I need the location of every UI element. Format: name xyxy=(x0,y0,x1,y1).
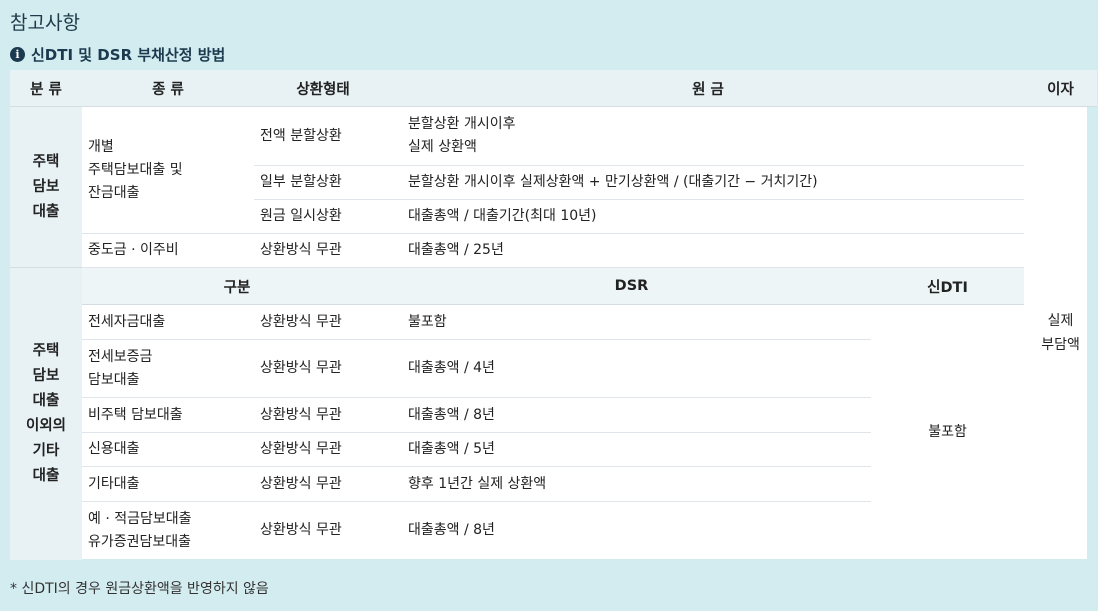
repayment-method: 상환방식 무관 xyxy=(260,522,342,539)
repayment-method: 원금 일시상환 xyxy=(254,199,392,234)
table-row: 주택 담보 대출 개별 주택담보대출 및 잔금대출 전액 분할상환 분할상환 개… xyxy=(10,106,1097,353)
new-dti-value: 불포함 xyxy=(928,423,967,440)
header-repayment: 상환형태 xyxy=(254,70,392,107)
subheader-division: 구분 xyxy=(82,267,392,305)
page-title: 참고사항 xyxy=(10,12,80,34)
repayment-method: 일부 분할상환 xyxy=(254,165,392,200)
repayment-method: 상환방식 무관 xyxy=(254,339,392,398)
repayment-method: 상환방식 무관 xyxy=(254,304,392,340)
principal-formula: 분할상환 개시이후 실제 상환액 xyxy=(392,106,1025,166)
subheader-dsr: DSR xyxy=(392,267,871,305)
loan-type: 전세자금대출 xyxy=(82,304,254,340)
header-interest: 이자 xyxy=(1024,70,1098,107)
category-other-loans: 주택 담보 대출 이외의 기타 대출 xyxy=(10,267,82,560)
repayment-method: 상환방식 무관 xyxy=(254,432,392,467)
dsr-formula: 향후 1년간 실제 상환액 xyxy=(392,466,871,502)
subheader-row: 주택 담보 대출 이외의 기타 대출 구분 DSR 신DTI xyxy=(10,267,1097,560)
loan-type: 전세보증금 담보대출 xyxy=(82,339,254,398)
interest-actual-burden: 실제 부담액 xyxy=(1041,313,1080,354)
repayment-method: 상환방식 무관 xyxy=(254,397,392,433)
dsr-formula: 불포함 xyxy=(392,304,871,340)
table-row: 전세자금대출 상환방식 무관 불포함 불포함 xyxy=(10,304,1097,440)
header-principal: 원 금 xyxy=(392,70,1025,107)
debt-calculation-table: 분 류 종 류 상환형태 원 금 이자 주택 담보 대출 개별 주택담보대출 및… xyxy=(10,70,1098,560)
table-row: 중도금 · 이주비 상환방식 무관 대출총액 / 25년 xyxy=(10,233,1097,268)
dsr-formula: 대출총액 / 5년 xyxy=(392,432,871,467)
type-interim-loan: 중도금 · 이주비 xyxy=(82,233,254,268)
loan-type: 기타대출 xyxy=(82,466,254,502)
section-title-text: 신DTI 및 DSR 부채산정 방법 xyxy=(31,46,226,64)
principal-formula: 분할상환 개시이후 실제상환액 + 만기상환액 / (대출기간 − 거치기간) xyxy=(392,165,1025,200)
type-individual-mortgage: 개별 주택담보대출 및 잔금대출 xyxy=(88,138,183,201)
subheader-new-dti: 신DTI xyxy=(871,267,1025,305)
loan-type: 비주택 담보대출 xyxy=(82,397,254,433)
header-type: 종 류 xyxy=(82,70,254,107)
principal-formula: 대출총액 / 대출기간(최대 10년) xyxy=(392,199,1025,234)
repayment-method: 상환방식 무관 xyxy=(254,233,392,268)
repayment-method: 전액 분할상환 xyxy=(254,106,392,166)
table-header-row: 분 류 종 류 상환형태 원 금 이자 xyxy=(10,70,1098,107)
principal-formula: 대출총액 / 25년 xyxy=(392,233,1025,268)
repayment-method: 상환방식 무관 xyxy=(254,466,392,502)
dsr-formula: 대출총액 / 8년 xyxy=(408,522,495,539)
info-icon: i xyxy=(10,47,25,62)
loan-type: 예 · 적금담보대출 유가증권담보대출 xyxy=(88,510,192,550)
header-category: 분 류 xyxy=(10,70,82,107)
section-title: i 신DTI 및 DSR 부채산정 방법 xyxy=(10,44,225,65)
dsr-formula: 대출총액 / 4년 xyxy=(392,339,871,398)
footnote: * 신DTI의 경우 원금상환액을 반영하지 않음 xyxy=(10,581,269,597)
dsr-formula: 대출총액 / 8년 xyxy=(392,397,871,433)
category-mortgage: 주택 담보 대출 xyxy=(10,106,82,268)
loan-type: 신용대출 xyxy=(82,432,254,467)
